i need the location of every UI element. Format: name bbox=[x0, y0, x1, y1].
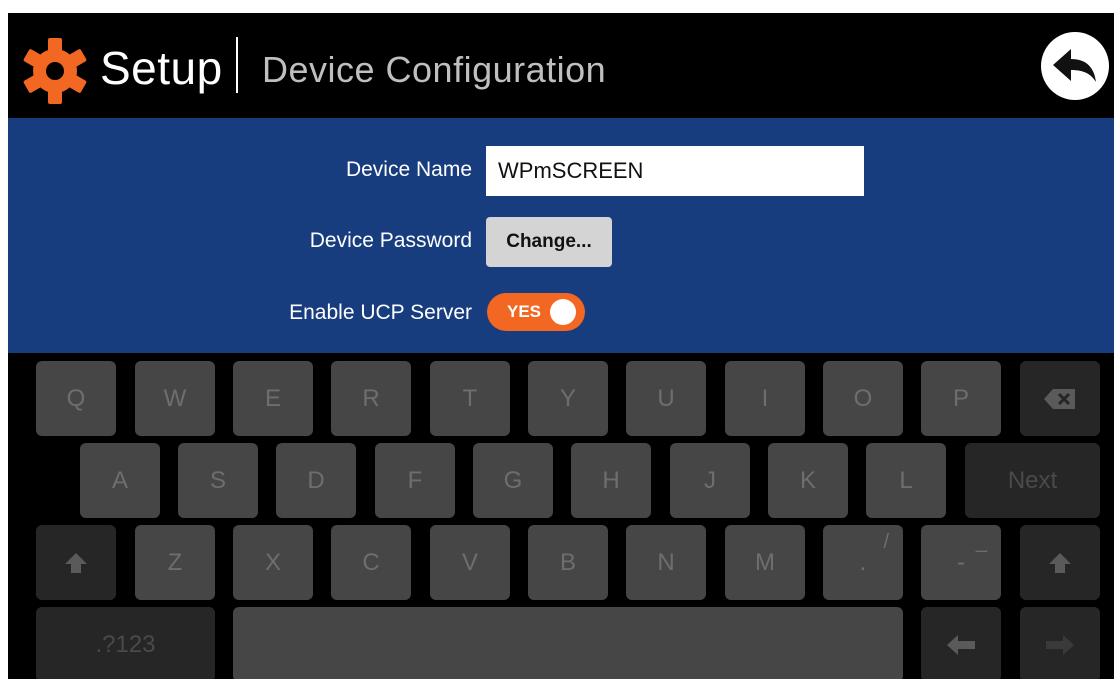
key-q[interactable]: Q bbox=[36, 361, 116, 436]
key-t[interactable]: T bbox=[430, 361, 510, 436]
toggle-knob bbox=[550, 299, 576, 325]
key-s[interactable]: S bbox=[178, 443, 258, 518]
key-x[interactable]: X bbox=[233, 525, 313, 600]
next-key[interactable]: Next bbox=[965, 443, 1100, 518]
key-w[interactable]: W bbox=[135, 361, 215, 436]
key-k[interactable]: K bbox=[768, 443, 848, 518]
left-arrow-icon bbox=[947, 634, 975, 655]
back-button[interactable] bbox=[1041, 32, 1109, 100]
key-g[interactable]: G bbox=[473, 443, 553, 518]
onscreen-keyboard: Q W E R T Y U I O P A S D F G H J K L Ne… bbox=[8, 353, 1114, 679]
config-panel: Device Name WPmSCREEN Device Password Ch… bbox=[8, 118, 1114, 353]
backspace-key[interactable] bbox=[1020, 361, 1100, 436]
key-d[interactable]: D bbox=[276, 443, 356, 518]
slash-sublabel: / bbox=[883, 531, 889, 553]
page-title: Setup bbox=[100, 42, 223, 94]
key-i[interactable]: I bbox=[725, 361, 805, 436]
key-l[interactable]: L bbox=[866, 443, 946, 518]
key-p[interactable]: P bbox=[921, 361, 1001, 436]
key-a[interactable]: A bbox=[80, 443, 160, 518]
key-b[interactable]: B bbox=[528, 525, 608, 600]
key-dash[interactable]: - _ bbox=[921, 525, 1001, 600]
back-arrow-icon bbox=[1053, 49, 1096, 82]
device-name-input[interactable]: WPmSCREEN bbox=[486, 146, 864, 196]
dash-label: - bbox=[957, 548, 965, 576]
left-arrow-key[interactable] bbox=[921, 607, 1001, 679]
key-y[interactable]: Y bbox=[528, 361, 608, 436]
key-h[interactable]: H bbox=[571, 443, 651, 518]
shift-icon bbox=[65, 552, 87, 573]
change-password-button[interactable]: Change... bbox=[486, 217, 612, 267]
period-label: . bbox=[859, 548, 867, 576]
key-r[interactable]: R bbox=[331, 361, 411, 436]
device-password-label: Device Password bbox=[309, 229, 472, 252]
symbols-key[interactable]: .?123 bbox=[36, 607, 215, 679]
gear-icon bbox=[23, 38, 87, 104]
key-f[interactable]: F bbox=[375, 443, 455, 518]
device-name-label: Device Name bbox=[345, 158, 472, 181]
ucp-server-label: Enable UCP Server bbox=[289, 301, 472, 324]
right-arrow-key[interactable] bbox=[1020, 607, 1100, 679]
key-c[interactable]: C bbox=[331, 525, 411, 600]
key-v[interactable]: V bbox=[430, 525, 510, 600]
right-arrow-icon bbox=[1046, 634, 1074, 655]
page-subtitle: Device Configuration bbox=[262, 49, 607, 90]
key-z[interactable]: Z bbox=[135, 525, 215, 600]
key-e[interactable]: E bbox=[233, 361, 313, 436]
key-n[interactable]: N bbox=[626, 525, 706, 600]
shift-key-right[interactable] bbox=[1020, 525, 1100, 600]
key-j[interactable]: J bbox=[670, 443, 750, 518]
key-period[interactable]: . / bbox=[823, 525, 903, 600]
ucp-server-toggle[interactable]: YES bbox=[487, 293, 585, 331]
space-key[interactable] bbox=[233, 607, 903, 679]
screen: Setup Device Configuration Device Name W… bbox=[8, 13, 1114, 679]
shift-icon bbox=[1049, 552, 1071, 573]
toggle-state-text: YES bbox=[507, 302, 542, 321]
title-divider bbox=[236, 37, 238, 93]
key-u[interactable]: U bbox=[626, 361, 706, 436]
underscore-sublabel: _ bbox=[975, 531, 987, 553]
header-bar: Setup Device Configuration bbox=[8, 13, 1114, 118]
backspace-icon bbox=[1044, 388, 1075, 409]
shift-key-left[interactable] bbox=[36, 525, 116, 600]
key-m[interactable]: M bbox=[725, 525, 805, 600]
key-o[interactable]: O bbox=[823, 361, 903, 436]
